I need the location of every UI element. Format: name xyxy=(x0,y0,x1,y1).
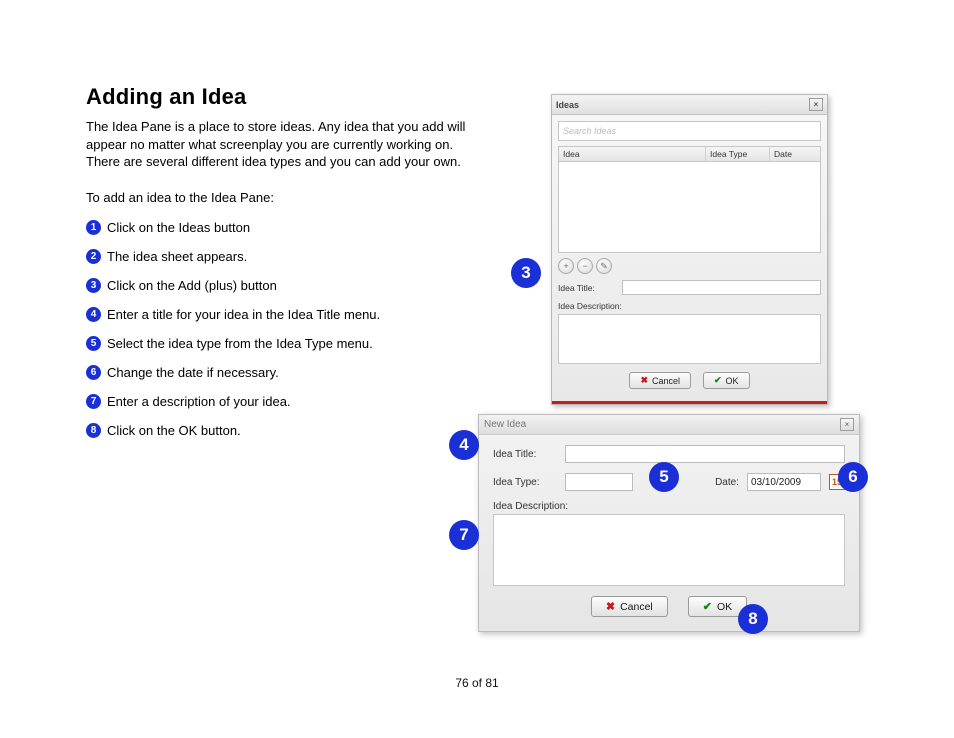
ok-label: OK xyxy=(717,601,732,613)
step-badge: 6 xyxy=(86,365,101,380)
ok-icon: ✔ xyxy=(714,375,722,386)
callout-6: 6 xyxy=(838,462,868,492)
col-date[interactable]: Date xyxy=(770,147,820,161)
step-badge: 1 xyxy=(86,220,101,235)
date-field[interactable]: 03/10/2009 xyxy=(747,473,821,491)
step-badge: 2 xyxy=(86,249,101,264)
remove-idea-button[interactable]: − xyxy=(577,258,593,274)
search-input[interactable]: Search Ideas xyxy=(558,121,821,141)
step-badge: 3 xyxy=(86,278,101,293)
idea-description-label: Idea Description: xyxy=(558,301,622,311)
cancel-button[interactable]: ✖ Cancel xyxy=(629,372,691,389)
idea-description-row: Idea Description: xyxy=(558,301,821,311)
red-accent-bar xyxy=(552,401,827,404)
step-badge: 7 xyxy=(86,394,101,409)
callout-8: 8 xyxy=(738,604,768,634)
steps-list: 1 Click on the Ideas button 2 The idea she… xyxy=(86,220,466,452)
ideas-table-header: Idea Idea Type Date xyxy=(558,146,821,162)
ideas-window-body: Search Ideas Idea Idea Type Date + − ✎ I… xyxy=(552,115,827,401)
step-text: The idea sheet appears. xyxy=(107,249,247,264)
search-placeholder: Search Ideas xyxy=(563,126,616,136)
cancel-label: Cancel xyxy=(652,376,680,386)
cancel-icon: ✖ xyxy=(606,600,615,613)
step-4: 4 Enter a title for your idea in the Idea… xyxy=(86,307,466,322)
page-number: 76 of 81 xyxy=(0,676,954,690)
cancel-label: Cancel xyxy=(620,601,653,613)
step-2: 2 The idea sheet appears. xyxy=(86,249,466,264)
cancel-button[interactable]: ✖ Cancel xyxy=(591,596,668,617)
idea-title-input[interactable] xyxy=(622,280,821,295)
step-text: Select the idea type from the Idea Type … xyxy=(107,336,373,351)
close-icon[interactable]: × xyxy=(840,418,854,431)
ideas-table-body xyxy=(558,162,821,253)
step-5: 5 Select the idea type from the Idea Type… xyxy=(86,336,466,351)
idea-title-row: Idea Title: xyxy=(493,445,845,463)
col-idea-type[interactable]: Idea Type xyxy=(706,147,770,161)
step-1: 1 Click on the Ideas button xyxy=(86,220,466,235)
document-page: Adding an Idea The Idea Pane is a place … xyxy=(0,0,954,738)
page-heading: Adding an Idea xyxy=(86,84,246,110)
ok-icon: ✔ xyxy=(703,600,712,613)
step-text: Enter a description of your idea. xyxy=(107,394,291,409)
date-label: Date: xyxy=(715,477,739,488)
ideas-window-titlebar: Ideas × xyxy=(552,95,827,115)
step-badge: 5 xyxy=(86,336,101,351)
callout-5: 5 xyxy=(649,462,679,492)
callout-7: 7 xyxy=(449,520,479,550)
idea-type-label: Idea Type: xyxy=(493,477,557,488)
step-text: Click on the OK button. xyxy=(107,423,241,438)
new-idea-window: New Idea × Idea Title: Idea Type: Date: … xyxy=(478,414,860,632)
idea-title-label: Idea Title: xyxy=(493,449,557,460)
step-7: 7 Enter a description of your idea. xyxy=(86,394,466,409)
step-text: Click on the Ideas button xyxy=(107,220,250,235)
step-3: 3 Click on the Add (plus) button xyxy=(86,278,466,293)
idea-description-label: Idea Description: xyxy=(493,501,568,512)
step-8: 8 Click on the OK button. xyxy=(86,423,466,438)
step-text: Enter a title for your idea in the Idea … xyxy=(107,307,380,322)
step-text: Change the date if necessary. xyxy=(107,365,279,380)
idea-description-input[interactable] xyxy=(558,314,821,364)
step-text: Click on the Add (plus) button xyxy=(107,278,277,293)
idea-title-field[interactable] xyxy=(565,445,845,463)
new-idea-button-row: ✖ Cancel ✔ OK xyxy=(493,586,845,625)
callout-3: 3 xyxy=(511,258,541,288)
lead-line: To add an idea to the Idea Pane: xyxy=(86,190,274,205)
close-icon[interactable]: × xyxy=(809,98,823,111)
ideas-button-row: ✖ Cancel ✔ OK xyxy=(558,364,821,395)
add-idea-button[interactable]: + xyxy=(558,258,574,274)
ideas-control-row: + − ✎ xyxy=(558,258,821,274)
step-badge: 8 xyxy=(86,423,101,438)
ideas-window: Ideas × Search Ideas Idea Idea Type Date… xyxy=(551,94,828,405)
new-idea-titlebar: New Idea × xyxy=(479,415,859,435)
idea-title-row: Idea Title: xyxy=(558,280,821,295)
cancel-icon: ✖ xyxy=(640,375,648,386)
date-value: 03/10/2009 xyxy=(751,477,801,488)
ok-button[interactable]: ✔ OK xyxy=(703,372,750,389)
idea-description-label-row: Idea Description: xyxy=(493,501,845,512)
step-badge: 4 xyxy=(86,307,101,322)
intro-paragraph: The Idea Pane is a place to store ideas.… xyxy=(86,118,476,171)
idea-title-label: Idea Title: xyxy=(558,283,616,293)
step-6: 6 Change the date if necessary. xyxy=(86,365,466,380)
col-idea[interactable]: Idea xyxy=(559,147,706,161)
ideas-window-title: Ideas xyxy=(556,100,579,110)
callout-4: 4 xyxy=(449,430,479,460)
new-idea-title: New Idea xyxy=(484,419,526,430)
ok-label: OK xyxy=(726,376,739,386)
idea-type-field[interactable] xyxy=(565,473,633,491)
idea-description-field[interactable] xyxy=(493,514,845,586)
edit-idea-button[interactable]: ✎ xyxy=(596,258,612,274)
